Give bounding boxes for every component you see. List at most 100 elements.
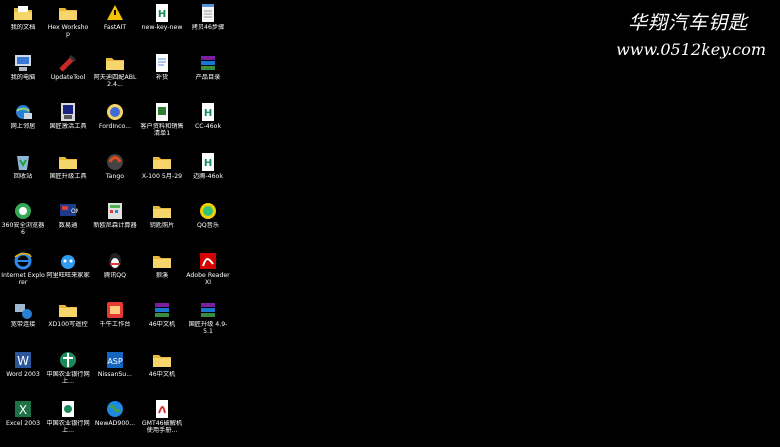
desktop-icon-label: 客户资料和销售清单1	[140, 123, 184, 137]
desktop-icon[interactable]: FastAIT	[92, 1, 138, 47]
globe-icon	[105, 399, 125, 419]
key-doc-icon: H	[198, 102, 218, 122]
desktop-icon-label: 补货	[155, 73, 169, 81]
desktop-icon-label: 阿里旺旺来家家	[46, 271, 90, 279]
abc-bank-icon	[58, 350, 78, 370]
qianniu-icon	[105, 300, 125, 320]
desktop-icon[interactable]: 拷贝46步骤	[185, 1, 231, 47]
desktop-icon-label: 阿夫迪四配ABL 2.4...	[93, 73, 137, 88]
svg-text:ASP: ASP	[107, 357, 123, 366]
desktop-icon[interactable]: 国匠升级工具	[45, 150, 91, 196]
desktop-icon[interactable]: 钥匙照片	[139, 199, 185, 245]
desktop-icon[interactable]: X-100 5月-29	[139, 150, 185, 196]
brand-title: 华翔汽车钥匙	[628, 12, 749, 34]
desktop-icon-label: 千牛工作台	[99, 321, 131, 328]
desktop-icon[interactable]: 中国农业银行网上...	[45, 397, 91, 443]
desktop-icon[interactable]: 新欧尼森计算器	[92, 199, 138, 245]
excel-icon: X	[13, 399, 33, 419]
desktop-icon[interactable]: UpdateTool	[45, 51, 91, 97]
desktop-icon-label: 国匠激活工具	[49, 123, 87, 130]
brand-url: www.0512key.com	[616, 40, 766, 59]
internet-explorer-icon	[13, 251, 33, 271]
svg-text:W: W	[17, 354, 29, 368]
desktop-icon-label: 新欧尼森计算器	[93, 222, 137, 229]
folder-icon	[58, 300, 78, 320]
desktop-icon-label: FastAIT	[103, 24, 127, 31]
aliwangwang-icon	[58, 251, 78, 271]
desktop-icon-label: 中国农业银行网上...	[46, 370, 90, 385]
desktop-icon[interactable]: 补货	[139, 51, 185, 97]
desktop-icon[interactable]: GMT46破解机使用手册...	[139, 397, 185, 443]
desktop-icon[interactable]: 46中文机	[139, 348, 185, 394]
folder-icon	[152, 251, 172, 271]
desktop-icon[interactable]: H 迈腾-46ok	[185, 150, 231, 196]
desktop-icon-label: 回收站	[13, 172, 33, 180]
desktop-icon[interactable]: 国匠激活工具	[45, 100, 91, 146]
desktop-icon-label: 狼溪	[155, 271, 169, 279]
shuyitong-icon: OM	[58, 201, 78, 221]
desktop-icon[interactable]: Hnew-key-new	[139, 1, 185, 47]
desktop-icon[interactable]: 我的文档	[0, 1, 46, 47]
desktop-icon[interactable]: H CC-46ok	[185, 100, 231, 146]
desktop-icon[interactable]: 360安全浏览器6	[0, 199, 46, 245]
network-places-icon	[13, 102, 33, 122]
browser-360-icon	[13, 201, 33, 221]
fastait-icon	[105, 3, 125, 23]
desktop-icon[interactable]: 中国农业银行网上...	[45, 348, 91, 394]
update-tool-icon	[58, 53, 78, 73]
svg-text:H: H	[204, 108, 212, 119]
desktop-icon[interactable]: 千牛工作台	[92, 298, 138, 344]
desktop-icon[interactable]: OM 数易通	[45, 199, 91, 245]
desktop-icon[interactable]: Hex Workshop	[45, 1, 91, 47]
desktop-icon-label: 网上邻居	[10, 123, 36, 130]
calculator-icon	[105, 201, 125, 221]
desktop-icon[interactable]: XD100写遥控	[45, 298, 91, 344]
desktop-icon[interactable]: 回收站	[0, 150, 46, 196]
desktop-icon[interactable]: NewAD900...	[92, 397, 138, 443]
desktop-icon[interactable]: Internet Explorer	[0, 249, 46, 295]
folder-icon	[105, 53, 125, 73]
desktop-icon-label: NissanSu...	[97, 370, 133, 378]
tango-icon	[105, 152, 125, 172]
desktop-icon[interactable]: 产品目录	[185, 51, 231, 97]
desktop-icon[interactable]: 我的电脑	[0, 51, 46, 97]
folder-icon	[152, 201, 172, 221]
svg-text:H: H	[204, 158, 212, 169]
desktop-icon[interactable]: 腾讯QQ	[92, 249, 138, 295]
desktop-icon[interactable]: 宽带连接	[0, 298, 46, 344]
desktop-icon[interactable]: W Word 2003	[0, 348, 46, 394]
desktop-icon[interactable]: ASP NissanSu...	[92, 348, 138, 394]
desktop-icon[interactable]: 46中文机	[139, 298, 185, 344]
desktop-icon[interactable]: 狼溪	[139, 249, 185, 295]
desktop-icon-label: 国匠升级 4.9-5.1	[188, 321, 228, 335]
desktop-icon-label: CC-46ok	[194, 123, 222, 130]
desktop-icon-label: Internet Explorer	[1, 271, 45, 286]
desktop-icon[interactable]: Adobe Reader XI	[185, 249, 231, 295]
winrar-icon	[198, 53, 218, 73]
activation-tool-icon	[58, 102, 78, 122]
desktop-icon[interactable]: 网上邻居	[0, 100, 46, 146]
desktop-icon-label: 迈腾-46ok	[193, 172, 223, 180]
desktop-icon[interactable]: X Excel 2003	[0, 397, 46, 443]
desktop-icon[interactable]: 国匠升级 4.9-5.1	[185, 298, 231, 344]
desktop-icon-label: 数易通	[58, 222, 78, 229]
desktop-icon[interactable]: 阿夫迪四配ABL 2.4...	[92, 51, 138, 97]
desktop-icon-label: 我的电脑	[10, 73, 36, 81]
qq-icon	[105, 251, 125, 271]
desktop-icon[interactable]: 阿里旺旺来家家	[45, 249, 91, 295]
desktop-icon[interactable]: FordInco...	[92, 100, 138, 146]
recycle-bin-icon	[13, 152, 33, 172]
desktop-icon-label: Adobe Reader XI	[186, 271, 230, 286]
my-computer-icon	[13, 53, 33, 73]
pdf-icon	[152, 399, 172, 419]
desktop-icon-label: Excel 2003	[5, 420, 41, 427]
desktop-icon-label: Tango	[105, 172, 125, 180]
desktop-icon-label: 宽带连接	[10, 321, 36, 328]
desktop-icon-label: 腾讯QQ	[103, 271, 127, 279]
desktop-icon-label: QQ音乐	[196, 222, 220, 229]
desktop-icon[interactable]: Tango	[92, 150, 138, 196]
desktop-icon[interactable]: QQ音乐	[185, 199, 231, 245]
desktop-icon-label: XD100写遥控	[48, 321, 88, 328]
nissan-icon: ASP	[105, 350, 125, 370]
desktop-icon[interactable]: 客户资料和销售清单1	[139, 100, 185, 146]
